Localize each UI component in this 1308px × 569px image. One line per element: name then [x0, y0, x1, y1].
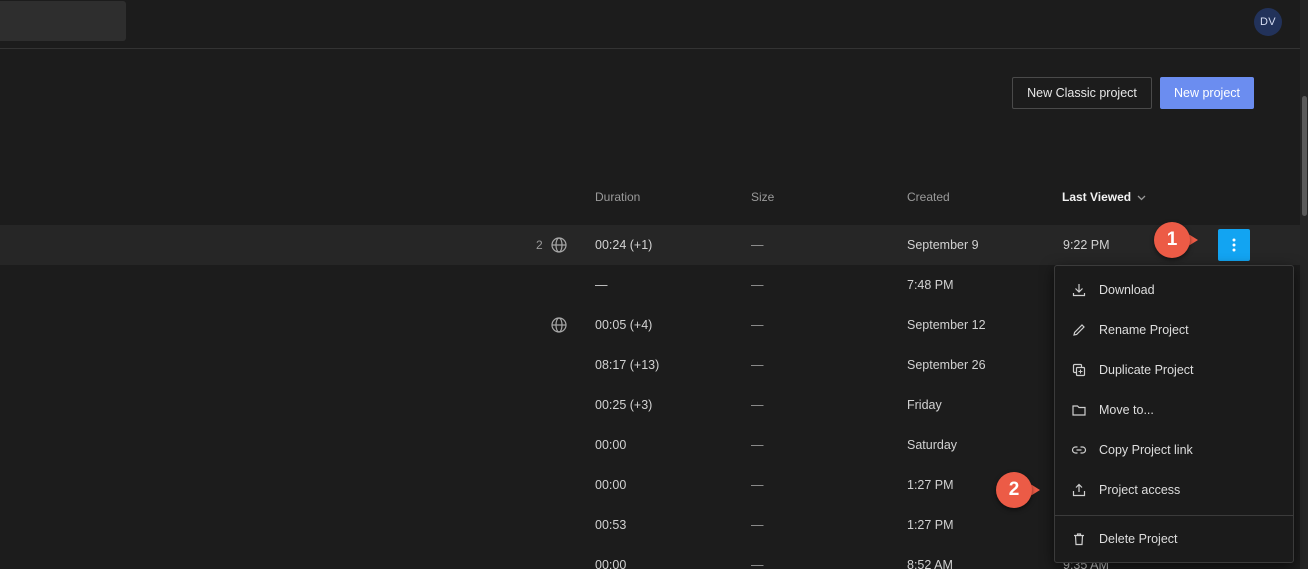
user-avatar[interactable]: DV [1254, 8, 1282, 36]
app-root: DV New Classic project New project Durat… [0, 0, 1308, 569]
cell-size: — [751, 438, 764, 452]
cell-size: — [751, 318, 764, 332]
cell-created: Friday [907, 398, 942, 412]
menu-item-label: Duplicate Project [1099, 363, 1194, 377]
globe-icon [551, 317, 567, 333]
cell-created: September 12 [907, 318, 986, 332]
cell-size: — [751, 398, 764, 412]
column-header-size[interactable]: Size [751, 190, 774, 204]
menu-item-duplicate[interactable]: Duplicate Project [1055, 350, 1293, 390]
table-row[interactable]: 2 00:24 (+1) — September 9 9:22 PM [0, 225, 1300, 265]
chevron-down-icon [1137, 193, 1146, 204]
cell-duration: 00:00 [595, 558, 627, 569]
vertical-scrollbar[interactable] [1300, 0, 1308, 569]
menu-item-label: Delete Project [1099, 532, 1178, 546]
cell-duration: 00:00 [595, 478, 627, 492]
cell-size: — [751, 278, 764, 292]
scrollbar-thumb[interactable] [1302, 96, 1307, 216]
download-icon [1072, 284, 1086, 297]
menu-item-label: Move to... [1099, 403, 1154, 417]
more-options-button[interactable] [1218, 229, 1250, 261]
cell-size: — [751, 558, 764, 569]
cell-size: — [751, 478, 764, 492]
menu-item-label: Project access [1099, 483, 1181, 497]
cell-duration: 08:17 (+13) [595, 358, 660, 372]
share-icon [1072, 483, 1086, 497]
cell-duration: 00:53 [595, 518, 627, 532]
cell-created: September 26 [907, 358, 986, 372]
pencil-icon [1073, 324, 1085, 336]
menu-item-label: Copy Project link [1099, 443, 1193, 457]
column-header-created[interactable]: Created [907, 190, 950, 204]
menu-item-project-access[interactable]: Project access [1055, 470, 1293, 510]
cell-created: Saturday [907, 438, 958, 452]
cell-created: 7:48 PM [907, 278, 954, 292]
cell-last-viewed: 9:22 PM [1063, 238, 1110, 252]
cell-created: 1:27 PM [907, 518, 954, 532]
cell-size: — [751, 238, 764, 252]
menu-divider [1055, 515, 1293, 516]
cell-size: — [751, 358, 764, 372]
menu-item-label: Rename Project [1099, 323, 1189, 337]
cell-duration: 00:05 (+4) [595, 318, 653, 332]
link-icon [1071, 446, 1087, 454]
menu-item-delete[interactable]: Delete Project [1055, 519, 1293, 559]
step-1-badge: 1 [1154, 222, 1190, 258]
duplicate-icon [1072, 363, 1086, 377]
search-field[interactable] [0, 1, 126, 41]
cell-created: 8:52 AM [907, 558, 953, 569]
column-header-duration[interactable]: Duration [595, 190, 640, 204]
folder-icon [1072, 405, 1086, 416]
menu-item-rename[interactable]: Rename Project [1055, 310, 1293, 350]
project-context-menu: Download Rename Project Duplicate Projec… [1054, 265, 1294, 563]
menu-item-copy-link[interactable]: Copy Project link [1055, 430, 1293, 470]
trash-icon [1074, 533, 1084, 546]
cell-created: September 9 [907, 238, 979, 252]
cell-created: 1:27 PM [907, 478, 954, 492]
vertical-dots-icon [1232, 238, 1236, 252]
step-2-badge: 2 [996, 472, 1032, 508]
globe-icon [551, 237, 567, 253]
cell-duration: — [595, 278, 608, 292]
share-count: 2 [536, 238, 543, 252]
cell-duration: 00:25 (+3) [595, 398, 653, 412]
cell-duration: 00:24 (+1) [595, 238, 653, 252]
new-project-button[interactable]: New project [1160, 77, 1254, 109]
column-header-last-viewed-label: Last Viewed [1062, 190, 1132, 204]
cell-size: — [751, 518, 764, 532]
cell-duration: 00:00 [595, 438, 627, 452]
column-header-last-viewed[interactable]: Last Viewed [1062, 190, 1146, 204]
top-bar: DV [0, 0, 1300, 49]
menu-item-label: Download [1099, 283, 1155, 297]
new-classic-project-button[interactable]: New Classic project [1012, 77, 1152, 109]
menu-item-download[interactable]: Download [1055, 270, 1293, 310]
menu-item-move-to[interactable]: Move to... [1055, 390, 1293, 430]
